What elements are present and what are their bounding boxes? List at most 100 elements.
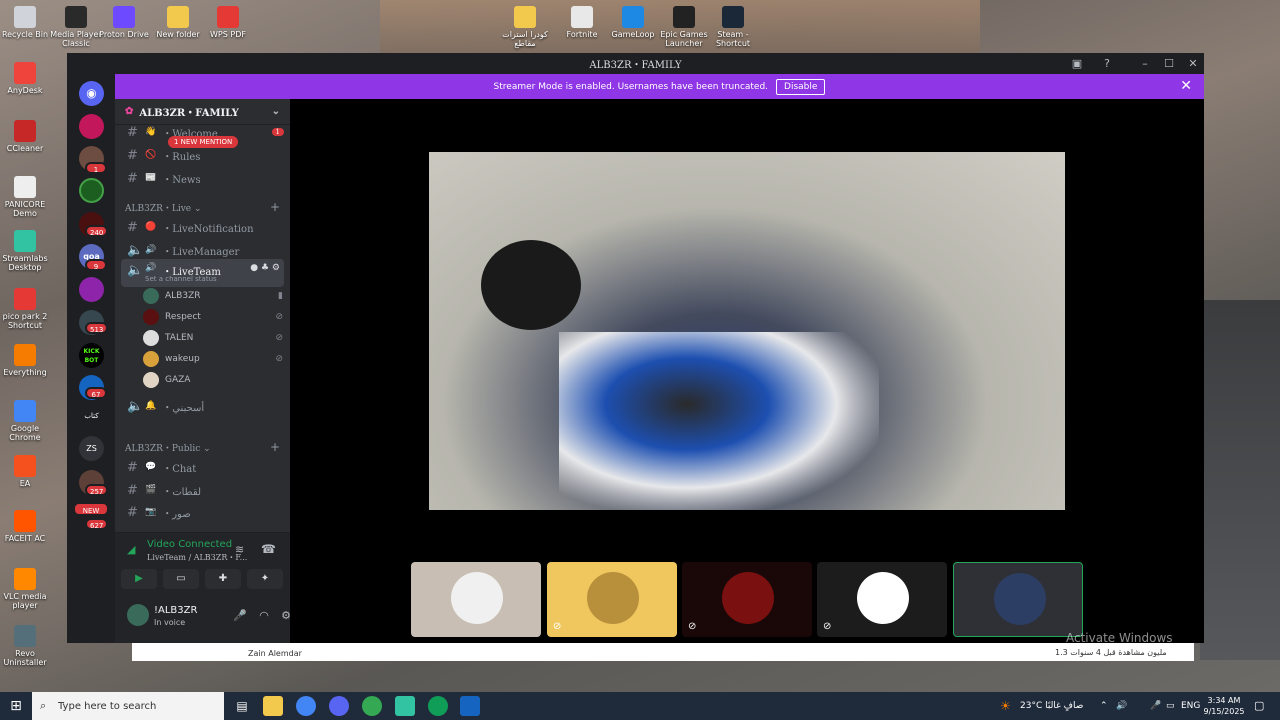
desktop-icon[interactable]: Everything — [0, 344, 55, 377]
desktop-icon[interactable]: VLC media player — [0, 568, 55, 610]
headphones-icon[interactable]: ◠ — [255, 607, 273, 625]
app-icon — [622, 6, 644, 28]
close-button[interactable]: ✕ — [1183, 55, 1203, 72]
task-view-icon[interactable]: ▤ — [232, 696, 252, 716]
desktop-icon-label: FACEIT AC — [4, 534, 46, 543]
desktop-icon[interactable]: Proton Drive — [94, 6, 154, 39]
desktop-icon[interactable]: Revo Uninstaller — [0, 625, 55, 667]
chrome-profile-icon[interactable] — [428, 696, 448, 716]
desktop-icon[interactable]: EA — [0, 455, 55, 488]
category-live[interactable]: ALB3ZR・Live ⌄ + — [125, 200, 280, 214]
user-name[interactable]: !ALB3ZR — [154, 605, 197, 616]
activity-button[interactable]: ✚ — [205, 569, 241, 589]
notification-icon[interactable]: ▢ — [1254, 692, 1264, 720]
microphone-icon[interactable]: 🎤 — [1150, 692, 1161, 720]
participant-tile[interactable] — [411, 562, 541, 637]
channel-clips[interactable]: # 🎬 ・لقطات — [121, 480, 284, 500]
search-icon: ⌕ — [40, 699, 47, 712]
close-banner-icon[interactable]: ✕ — [1180, 78, 1192, 94]
inbox-icon[interactable]: ▣ — [1067, 55, 1087, 72]
new-badge[interactable]: NEW — [73, 502, 109, 516]
category-public[interactable]: ALB3ZR・Public ⌄ + — [125, 440, 280, 454]
server-folder-icon[interactable]: ZS — [79, 436, 104, 461]
channel-news[interactable]: # 📰 ・News — [121, 168, 284, 188]
channel-rules[interactable]: # 🚫 ・Rules — [121, 145, 284, 165]
desktop-icon[interactable]: Google Chrome — [0, 400, 55, 442]
desktop-icon[interactable]: Streamlabs Desktop — [0, 230, 55, 272]
minimize-button[interactable]: – — [1135, 55, 1155, 72]
clock[interactable]: 3:34 AM 9/15/2025 — [1200, 695, 1248, 717]
channel-chat[interactable]: # 💬 ・Chat — [121, 457, 284, 477]
disable-button[interactable]: Disable — [776, 78, 826, 95]
avatar — [857, 572, 909, 624]
help-icon[interactable]: ? — [1097, 55, 1117, 72]
search-input[interactable]: ⌕ Type here to search — [32, 692, 224, 720]
weather-icon: ☀ — [1000, 699, 1011, 713]
desktop-icon[interactable]: AnyDesk — [0, 62, 55, 95]
desktop-icon[interactable]: PANICORE Demo — [0, 176, 55, 218]
camera-button[interactable]: ▶ — [121, 569, 157, 589]
channel-livenotification[interactable]: # 🔴 ・LiveNotification — [121, 217, 284, 237]
add-channel-icon[interactable]: + — [270, 440, 280, 454]
desktop-icon[interactable]: WPS PDF — [198, 6, 258, 39]
video-content — [481, 240, 581, 330]
voice-user[interactable]: TALEN ⊘ — [143, 328, 283, 348]
server-icon[interactable] — [79, 114, 104, 139]
channel-arabic-voice[interactable]: 🔈 🔔 ・أسحبني — [121, 396, 284, 416]
desktop-icon[interactable]: Steam - Shortcut — [703, 6, 763, 48]
volume-icon[interactable]: 🔊 — [1116, 692, 1127, 720]
app-icon[interactable] — [460, 696, 480, 716]
server-header[interactable]: ✿ ALB3ZR・FAMILY ⌄ — [115, 99, 290, 125]
discord-home-icon[interactable]: ◉ — [79, 81, 104, 106]
disconnect-icon[interactable]: ☎ — [261, 542, 276, 556]
voice-user[interactable]: Respect ⊘ — [143, 307, 283, 327]
participant-tile[interactable]: ⊘ — [682, 562, 812, 637]
desktop-icon[interactable]: كودرا استرات مقاطع — [495, 6, 555, 48]
participant-tile[interactable]: ⊘ — [547, 562, 677, 637]
file-explorer-icon[interactable] — [263, 696, 283, 716]
main-video[interactable] — [429, 152, 1065, 510]
channel-livemanager[interactable]: 🔈 🔊 ・LiveManager — [121, 240, 284, 260]
desktop-icon[interactable]: FACEIT AC — [0, 510, 55, 543]
language-indicator[interactable]: ENG — [1181, 692, 1200, 720]
add-channel-icon[interactable]: + — [270, 200, 280, 214]
maximize-button[interactable]: ☐ — [1159, 55, 1179, 72]
microphone-icon[interactable]: 🎤 — [231, 607, 249, 625]
server-icon[interactable] — [79, 178, 104, 203]
weather-text[interactable]: 23°C صافٍ غالبًا — [1020, 692, 1083, 720]
channel-status-hint[interactable]: Set a channel status — [145, 275, 217, 283]
windows-start-icon[interactable]: ⊞ — [0, 692, 32, 720]
chat-icon[interactable]: ● — [250, 263, 258, 273]
kick-bot-icon[interactable]: KICK BOT — [79, 343, 104, 368]
tray-chevron-icon[interactable]: ⌃ — [1100, 692, 1108, 720]
discord-taskbar-icon[interactable] — [329, 696, 349, 716]
noise-suppression-icon[interactable]: ≋ — [235, 543, 244, 556]
voice-user[interactable]: GAZA — [143, 370, 283, 390]
soundboard-button[interactable]: ✦ — [247, 569, 283, 589]
voice-channel-path[interactable]: LiveTeam / ALB3ZR・F... — [147, 552, 247, 563]
chrome-icon[interactable] — [296, 696, 316, 716]
voice-user[interactable]: wakeup ⊘ — [143, 349, 283, 369]
desktop-icon-label: EA — [19, 479, 31, 488]
network-icon[interactable]: ▭ — [1166, 692, 1175, 720]
voice-user[interactable]: ALB3ZR ▮ — [143, 286, 283, 306]
participant-tile[interactable] — [953, 562, 1083, 637]
chrome-profile-icon[interactable] — [362, 696, 382, 716]
streamlabs-icon[interactable] — [395, 696, 415, 716]
server-icon[interactable]: كتاب — [79, 404, 104, 429]
desktop-icon[interactable]: CCleaner — [0, 120, 55, 153]
invite-icon[interactable]: ♣ — [261, 263, 269, 273]
signal-icon[interactable]: ◢ — [127, 543, 135, 556]
gear-icon[interactable]: ⚙ — [272, 263, 280, 273]
desktop-icon[interactable]: pico park 2 Shortcut — [0, 288, 55, 330]
video-content — [559, 332, 879, 510]
server-name: ALB3ZR・FAMILY — [139, 108, 239, 119]
chevron-down-icon[interactable]: ⌄ — [272, 106, 280, 117]
channel-photos[interactable]: # 📷 ・صور — [121, 502, 284, 522]
avatar[interactable] — [127, 604, 149, 626]
screen-share-button[interactable]: ▭ — [163, 569, 199, 589]
server-icon[interactable] — [79, 277, 104, 302]
voice-status[interactable]: Video Connected — [147, 539, 232, 550]
discord-window: ALB3ZR・FAMILY ▣ ? – ☐ ✕ Streamer Mode is… — [67, 53, 1204, 643]
participant-tile[interactable]: ⊘ — [817, 562, 947, 637]
